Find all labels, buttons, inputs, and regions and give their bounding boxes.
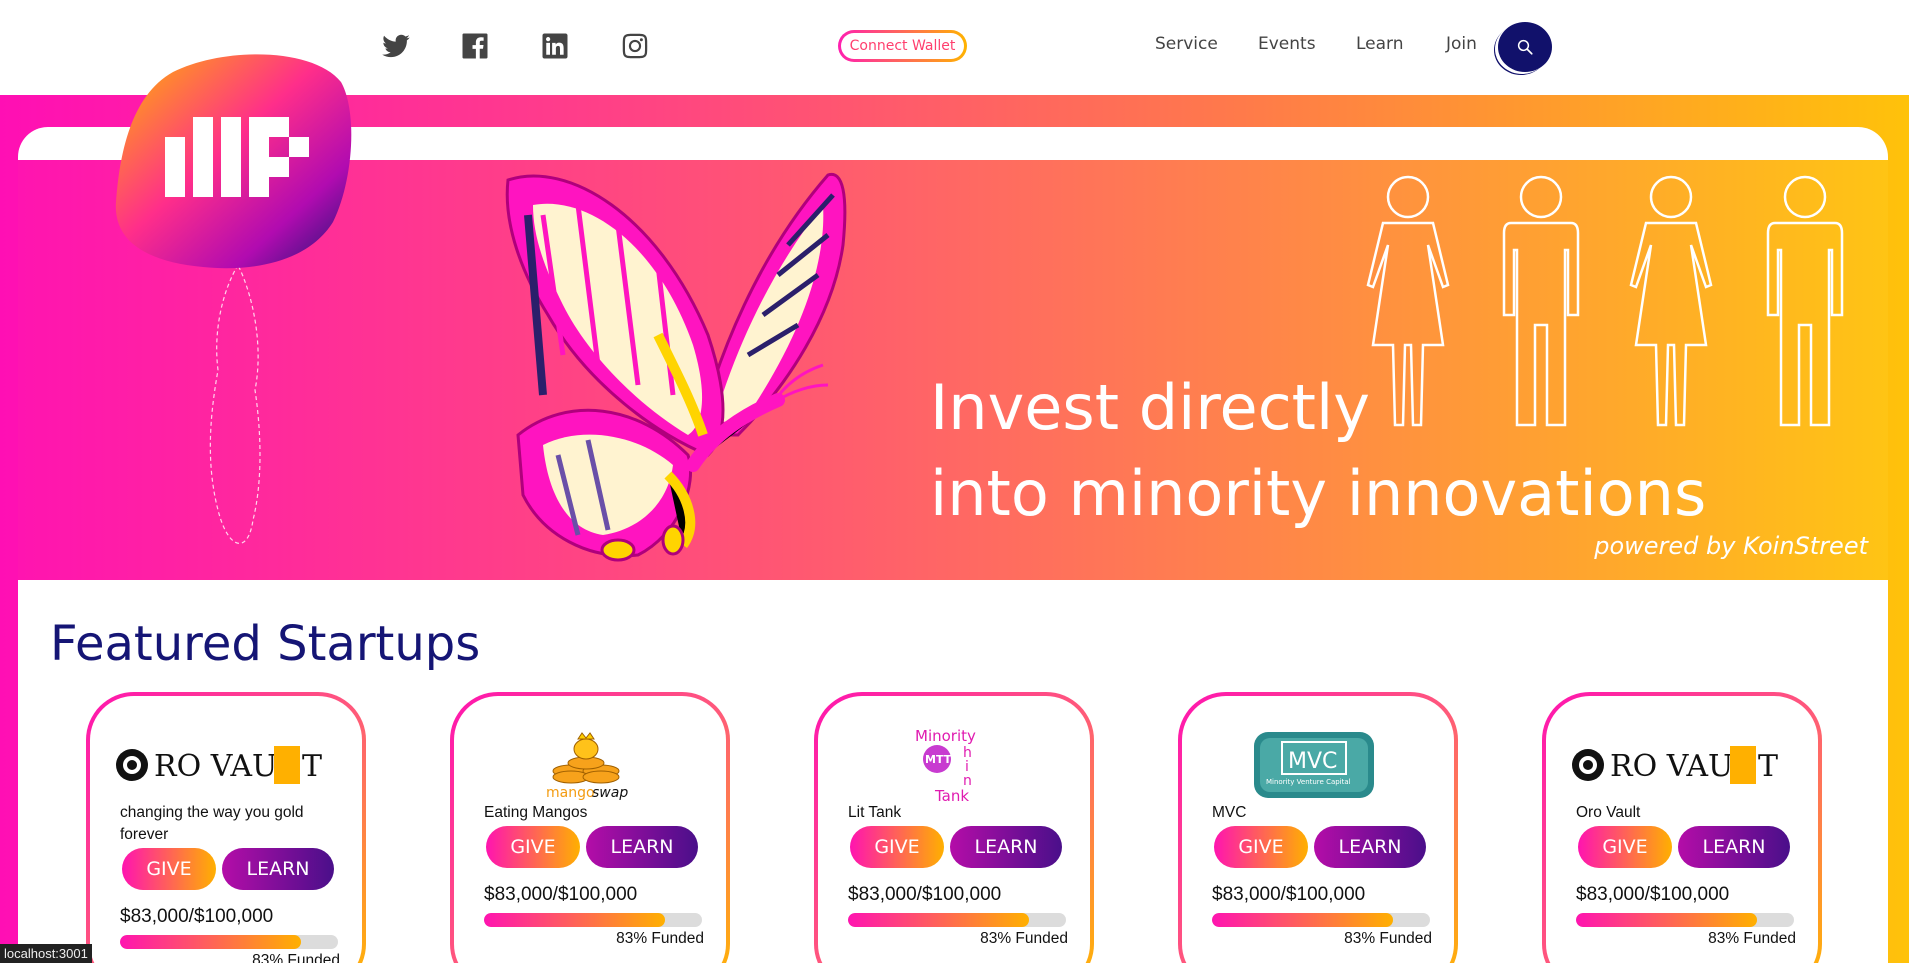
- svg-text:T: T: [302, 749, 322, 784]
- hero-headline-line2: into minority innovations: [930, 457, 1707, 530]
- funding-progress-fill: [1576, 913, 1757, 927]
- svg-text:RO VAU: RO VAU: [1610, 749, 1733, 784]
- svg-text:Minority Venture Capital: Minority Venture Capital: [1266, 778, 1351, 786]
- funding-progress-fill: [120, 935, 301, 949]
- svg-text:swap: swap: [592, 785, 628, 801]
- funded-percent: 83% Funded: [616, 930, 704, 947]
- startup-description: Eating Mangos: [484, 804, 588, 821]
- funded-percent: 83% Funded: [1708, 930, 1796, 947]
- minority-think-tank-logo: Minority MTT h i n Tank: [840, 726, 1060, 804]
- nav-link-service[interactable]: Service: [1155, 34, 1218, 54]
- funding-progress-fill: [1212, 913, 1393, 927]
- funding-progress-bar: [120, 935, 338, 949]
- featured-startups-section: Featured Startups RO VAU T changing the …: [18, 580, 1888, 963]
- funding-progress-fill: [848, 913, 1029, 927]
- connect-wallet-label: Connect Wallet: [841, 33, 964, 59]
- funded-percent: 83% Funded: [980, 930, 1068, 947]
- svg-text:Minority: Minority: [915, 727, 976, 745]
- funding-amount: $83,000/$100,000: [1212, 884, 1366, 905]
- linkedin-icon[interactable]: [539, 30, 571, 62]
- search-button[interactable]: [1498, 22, 1552, 72]
- startup-card: RO VAU T changing the way you gold forev…: [86, 692, 366, 963]
- startup-description: MVC: [1212, 804, 1247, 821]
- svg-text:MVC: MVC: [1288, 749, 1337, 774]
- oro-vault-logo: RO VAU T: [112, 726, 332, 804]
- status-bar-url: localhost:3001: [0, 944, 92, 963]
- nav-link-learn[interactable]: Learn: [1356, 34, 1404, 54]
- funding-amount: $83,000/$100,000: [120, 906, 274, 927]
- startup-card: mango swap Eating Mangos GIVE LEARN $83,…: [450, 692, 730, 963]
- funding-progress-fill: [484, 913, 665, 927]
- svg-text:T: T: [1758, 749, 1778, 784]
- connect-wallet-button[interactable]: Connect Wallet: [838, 30, 967, 62]
- startup-card: RO VAU T Oro Vault GIVE LEARN $83,000/$1…: [1542, 692, 1822, 963]
- startup-description: Lit Tank: [848, 804, 902, 821]
- startup-card: Minority MTT h i n Tank Lit Tank GIVE LE…: [814, 692, 1094, 963]
- give-button[interactable]: GIVE: [486, 826, 580, 868]
- funding-amount: $83,000/$100,000: [1576, 884, 1730, 905]
- silhouette-outline-icon: [209, 263, 261, 544]
- instagram-icon[interactable]: [619, 30, 651, 62]
- twitter-icon[interactable]: [380, 30, 412, 62]
- funding-progress-bar: [484, 913, 702, 927]
- search-icon: [1517, 39, 1533, 55]
- funding-progress-bar: [1212, 913, 1430, 927]
- funding-amount: $83,000/$100,000: [848, 884, 1002, 905]
- svg-text:MTT: MTT: [925, 753, 952, 766]
- powered-by-text: powered by KoinStreet: [1594, 532, 1868, 560]
- learn-button[interactable]: LEARN: [1314, 826, 1426, 868]
- give-button[interactable]: GIVE: [122, 848, 216, 890]
- mangoswap-logo: mango swap: [476, 726, 696, 804]
- funding-progress-bar: [848, 913, 1066, 927]
- learn-button[interactable]: LEARN: [950, 826, 1062, 868]
- funded-percent: 83% Funded: [1344, 930, 1432, 947]
- give-button[interactable]: GIVE: [1578, 826, 1672, 868]
- startup-card: MVC Minority Venture Capital MVC GIVE LE…: [1178, 692, 1458, 963]
- nav-link-join[interactable]: Join: [1446, 34, 1477, 54]
- startup-description: Oro Vault: [1576, 804, 1641, 821]
- give-button[interactable]: GIVE: [1214, 826, 1308, 868]
- give-button[interactable]: GIVE: [850, 826, 944, 868]
- funded-percent: 83% Funded: [252, 952, 340, 963]
- svg-text:mango: mango: [546, 785, 595, 801]
- svg-text:Tank: Tank: [934, 787, 969, 803]
- funding-progress-bar: [1576, 913, 1794, 927]
- butterfly-illustration: [505, 172, 847, 562]
- section-title: Featured Startups: [50, 616, 481, 672]
- hero-headline: Invest directly into minority innovation…: [930, 365, 1706, 537]
- facebook-icon[interactable]: [459, 30, 491, 62]
- learn-button[interactable]: LEARN: [222, 848, 334, 890]
- learn-button[interactable]: LEARN: [1678, 826, 1790, 868]
- startup-description: changing the way you gold forever: [120, 804, 304, 843]
- svg-text:RO VAU: RO VAU: [154, 749, 277, 784]
- mvc-logo: MVC Minority Venture Capital: [1204, 726, 1424, 804]
- oro-vault-logo: RO VAU T: [1568, 726, 1788, 804]
- learn-button[interactable]: LEARN: [586, 826, 698, 868]
- nav-link-events[interactable]: Events: [1258, 34, 1316, 54]
- funding-amount: $83,000/$100,000: [484, 884, 638, 905]
- site-logo[interactable]: [113, 52, 353, 272]
- hero-headline-line1: Invest directly: [930, 371, 1370, 444]
